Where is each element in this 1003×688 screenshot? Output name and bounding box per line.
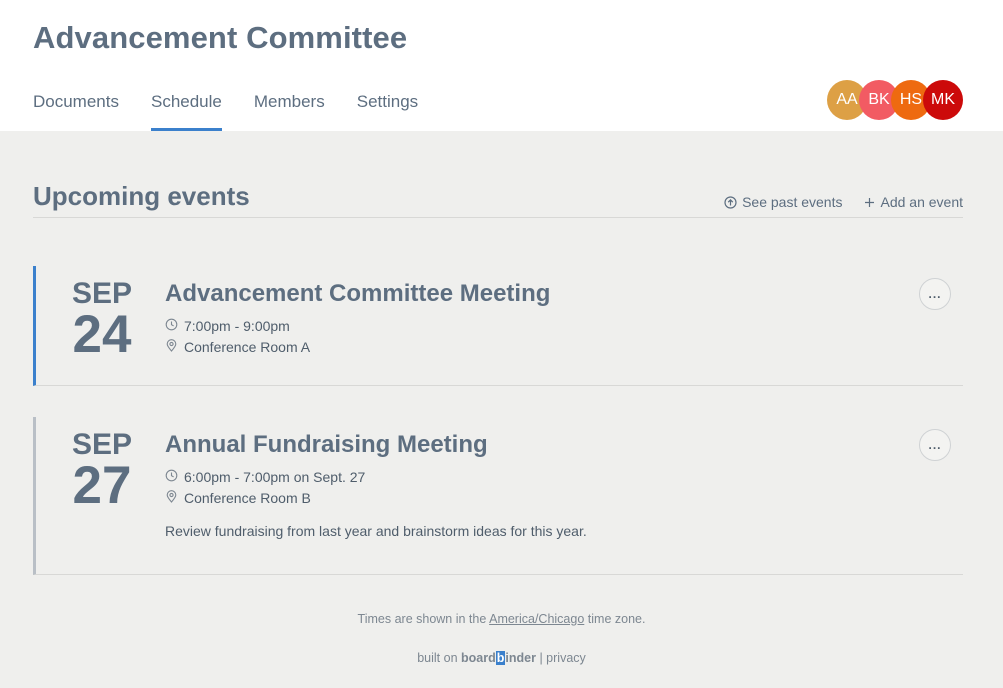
see-past-events-link[interactable]: See past events	[724, 194, 842, 210]
built-on-text: built on	[417, 651, 458, 665]
event-description: Review fundraising from last year and br…	[165, 523, 587, 539]
section-header: Upcoming events See past events Add an e…	[33, 180, 963, 218]
tab-documents[interactable]: Documents	[33, 92, 119, 131]
see-past-events-label: See past events	[742, 194, 843, 210]
add-event-link[interactable]: Add an event	[864, 194, 963, 210]
page-title: Advancement Committee	[33, 20, 408, 55]
event-date: SEP 27	[56, 429, 148, 515]
tab-members[interactable]: Members	[254, 92, 325, 131]
boardbinder-logo-link[interactable]: boardbinder	[461, 651, 536, 665]
footer-brand: built on boardbinder | privacy	[0, 651, 1003, 665]
event-location-text: Conference Room B	[184, 489, 311, 506]
event-location: Conference Room B	[165, 489, 963, 506]
map-pin-icon	[165, 338, 178, 355]
timezone-note: Times are shown in the America/Chicago t…	[0, 612, 1003, 626]
event-time: 7:00pm - 9:00pm	[165, 317, 963, 334]
privacy-link[interactable]: privacy	[546, 651, 586, 665]
plus-icon	[864, 197, 875, 208]
event-card[interactable]: SEP 24 Advancement Committee Meeting 7:0…	[33, 266, 963, 386]
event-card[interactable]: SEP 27 Annual Fundraising Meeting 6:00pm…	[33, 417, 963, 575]
member-avatars: AA BK HS MK	[827, 80, 963, 120]
timezone-link[interactable]: America/Chicago	[489, 612, 584, 626]
timezone-suffix: time zone.	[587, 612, 646, 626]
arrow-up-circle-icon	[724, 195, 737, 209]
tab-schedule[interactable]: Schedule	[150, 92, 222, 131]
event-date: SEP 24	[56, 278, 148, 364]
event-day: 27	[72, 456, 132, 515]
footer-separator: |	[539, 651, 543, 665]
event-time-text: 6:00pm - 7:00pm on Sept. 27	[184, 468, 366, 485]
event-title[interactable]: Annual Fundraising Meeting	[165, 430, 963, 460]
brand-part: board	[461, 651, 496, 665]
event-time-text: 7:00pm - 9:00pm	[184, 317, 290, 334]
event-time: 6:00pm - 7:00pm on Sept. 27	[165, 468, 963, 485]
more-options-button[interactable]: ...	[919, 429, 951, 461]
event-details: Annual Fundraising Meeting 6:00pm - 7:00…	[165, 430, 963, 539]
event-location-text: Conference Room A	[184, 338, 311, 355]
avatar[interactable]: MK	[923, 80, 963, 120]
clock-icon	[165, 318, 178, 334]
tab-bar: Documents Schedule Members Settings	[33, 92, 418, 131]
event-title[interactable]: Advancement Committee Meeting	[165, 279, 963, 309]
section-title: Upcoming events	[33, 181, 250, 211]
map-pin-icon	[165, 489, 178, 506]
event-location: Conference Room A	[165, 338, 963, 355]
more-options-button[interactable]: ...	[919, 278, 951, 310]
brand-part: b	[495, 651, 506, 665]
brand-part: inder	[505, 651, 536, 665]
tab-settings[interactable]: Settings	[357, 92, 418, 131]
event-day: 24	[72, 305, 132, 364]
section-actions: See past events Add an event	[724, 194, 963, 210]
committee-header: Advancement Committee Documents Schedule…	[0, 0, 1003, 131]
timezone-prefix: Times are shown in the	[357, 612, 487, 626]
add-event-label: Add an event	[880, 194, 963, 210]
event-details: Advancement Committee Meeting 7:00pm - 9…	[165, 279, 963, 355]
clock-icon	[165, 469, 178, 485]
schedule-main: Upcoming events See past events Add an e…	[33, 131, 963, 575]
